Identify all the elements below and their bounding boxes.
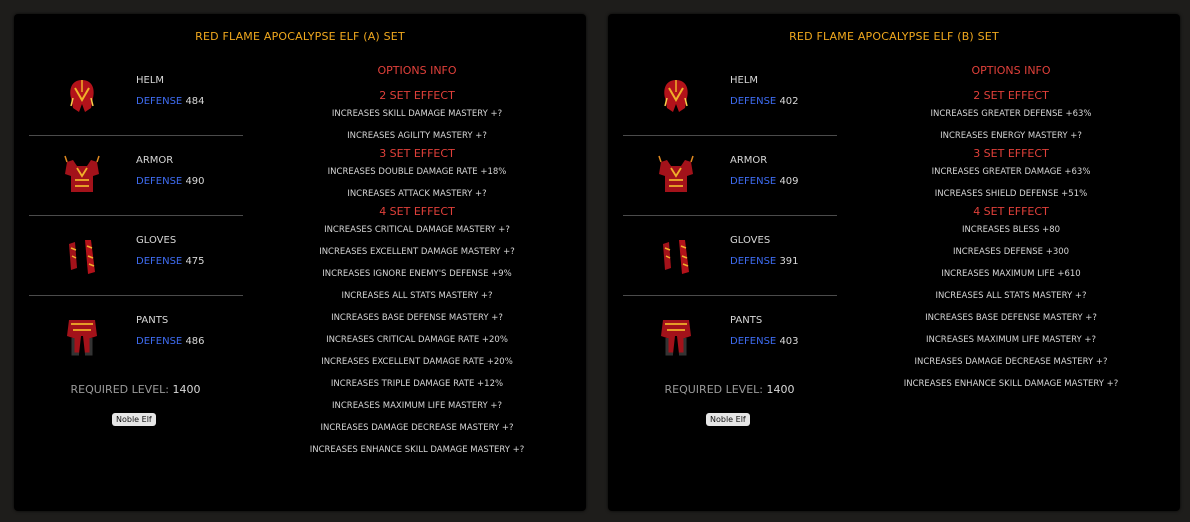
set-panel-a: RED FLAME APOCALYPSE ELF (A) SET HELM DE… <box>14 14 586 511</box>
defense-value: 409 <box>779 176 799 187</box>
item-row-armor[interactable]: ARMOR DEFENSE 490 <box>29 136 243 216</box>
effect-title: 4 SET EFFECT <box>973 205 1049 218</box>
pants-icon <box>57 314 107 358</box>
required-level-value: 1400 <box>766 383 795 396</box>
item-name: PANTS <box>136 315 169 326</box>
effect-line: INCREASES GREATER DAMAGE +63% <box>931 167 1091 177</box>
item-row-gloves[interactable]: GLOVES DEFENSE 475 <box>29 216 243 296</box>
effect-line: INCREASES SHIELD DEFENSE +51% <box>934 189 1088 199</box>
effect-line: INCREASES EXCELLENT DAMAGE MASTERY +? <box>319 247 515 257</box>
effect-line: INCREASES ENERGY MASTERY +? <box>940 131 1082 141</box>
class-badge[interactable]: Noble Elf <box>112 413 156 426</box>
effect-line: INCREASES CRITICAL DAMAGE RATE +20% <box>326 335 508 345</box>
options-info: OPTIONS INFO 2 SET EFFECT INCREASES SKIL… <box>264 65 570 467</box>
item-defense: DEFENSE 403 <box>730 336 799 347</box>
item-list: HELM DEFENSE 402 ARMOR DEFENSE 409 GLOVE… <box>623 56 837 375</box>
effect-line: INCREASES EXCELLENT DAMAGE RATE +20% <box>321 357 513 367</box>
pants-icon <box>651 314 701 358</box>
helm-icon <box>651 74 701 118</box>
effect-line: INCREASES BLESS +80 <box>961 225 1061 235</box>
options-info: OPTIONS INFO 2 SET EFFECT INCREASES GREA… <box>858 65 1164 401</box>
effect-line: INCREASES MAXIMUM LIFE MASTERY +? <box>331 401 503 411</box>
effect-title: 4 SET EFFECT <box>379 205 455 218</box>
helm-icon <box>57 74 107 118</box>
effect-line: INCREASES ATTACK MASTERY +? <box>347 189 487 199</box>
defense-label: DEFENSE <box>136 96 183 107</box>
required-level-label: REQUIRED LEVEL: <box>70 383 170 396</box>
effect-title: 2 SET EFFECT <box>379 89 455 102</box>
effect-line: INCREASES GREATER DEFENSE +63% <box>930 109 1092 119</box>
effect-line: INCREASES IGNORE ENEMY'S DEFENSE +9% <box>322 269 512 279</box>
effect-line: INCREASES BASE DEFENSE MASTERY +? <box>925 313 1097 323</box>
item-name: GLOVES <box>730 235 771 246</box>
defense-label: DEFENSE <box>136 176 183 187</box>
effect-line: INCREASES ALL STATS MASTERY +? <box>935 291 1087 301</box>
options-title: OPTIONS INFO <box>971 64 1051 77</box>
defense-value: 402 <box>779 96 799 107</box>
effect-line: INCREASES ENHANCE SKILL DAMAGE MASTERY +… <box>309 445 525 455</box>
required-level-value: 1400 <box>172 383 201 396</box>
item-defense: DEFENSE 475 <box>136 256 205 267</box>
effect-line: INCREASES DAMAGE DECREASE MASTERY +? <box>914 357 1108 367</box>
item-defense: DEFENSE 409 <box>730 176 799 187</box>
effect-line: INCREASES BASE DEFENSE MASTERY +? <box>331 313 503 323</box>
defense-value: 484 <box>185 96 205 107</box>
defense-label: DEFENSE <box>730 96 777 107</box>
armor-icon <box>57 154 107 198</box>
set-title: RED FLAME APOCALYPSE ELF (B) SET <box>789 30 999 43</box>
gloves-icon <box>651 234 701 278</box>
effect-line: INCREASES AGILITY MASTERY +? <box>347 131 487 141</box>
defense-value: 403 <box>779 336 799 347</box>
required-level: REQUIRED LEVEL: 1400 <box>14 383 257 396</box>
gloves-icon <box>57 234 107 278</box>
item-defense: DEFENSE 484 <box>136 96 205 107</box>
effect-title: 3 SET EFFECT <box>379 147 455 160</box>
set-panel-b: RED FLAME APOCALYPSE ELF (B) SET HELM DE… <box>608 14 1180 511</box>
item-name: ARMOR <box>136 155 174 166</box>
effect-line: INCREASES MAXIMUM LIFE MASTERY +? <box>925 335 1097 345</box>
item-row-pants[interactable]: PANTS DEFENSE 486 <box>29 296 243 375</box>
defense-value: 391 <box>779 256 799 267</box>
class-badge[interactable]: Noble Elf <box>706 413 750 426</box>
item-defense: DEFENSE 391 <box>730 256 799 267</box>
set-title: RED FLAME APOCALYPSE ELF (A) SET <box>195 30 405 43</box>
defense-label: DEFENSE <box>730 336 777 347</box>
required-level-label: REQUIRED LEVEL: <box>664 383 764 396</box>
defense-value: 475 <box>185 256 205 267</box>
item-row-armor[interactable]: ARMOR DEFENSE 409 <box>623 136 837 216</box>
defense-label: DEFENSE <box>136 336 183 347</box>
armor-icon <box>651 154 701 198</box>
item-name: GLOVES <box>136 235 177 246</box>
effect-line: INCREASES ALL STATS MASTERY +? <box>341 291 493 301</box>
item-defense: DEFENSE 486 <box>136 336 205 347</box>
effect-line: INCREASES DAMAGE DECREASE MASTERY +? <box>320 423 514 433</box>
options-title: OPTIONS INFO <box>377 64 457 77</box>
defense-label: DEFENSE <box>730 176 777 187</box>
effect-title: 3 SET EFFECT <box>973 147 1049 160</box>
item-defense: DEFENSE 402 <box>730 96 799 107</box>
effect-title: 2 SET EFFECT <box>973 89 1049 102</box>
effect-line: INCREASES ENHANCE SKILL DAMAGE MASTERY +… <box>903 379 1119 389</box>
defense-value: 490 <box>185 176 205 187</box>
effect-line: INCREASES TRIPLE DAMAGE RATE +12% <box>330 379 504 389</box>
item-row-helm[interactable]: HELM DEFENSE 402 <box>623 56 837 136</box>
item-name: ARMOR <box>730 155 768 166</box>
defense-value: 486 <box>185 336 205 347</box>
effect-line: INCREASES DEFENSE +300 <box>952 247 1070 257</box>
effect-line: INCREASES CRITICAL DAMAGE MASTERY +? <box>324 225 510 235</box>
item-row-pants[interactable]: PANTS DEFENSE 403 <box>623 296 837 375</box>
item-list: HELM DEFENSE 484 ARMOR DEFENSE 490 GLOVE… <box>29 56 243 375</box>
item-name: PANTS <box>730 315 763 326</box>
item-row-helm[interactable]: HELM DEFENSE 484 <box>29 56 243 136</box>
defense-label: DEFENSE <box>136 256 183 267</box>
item-name: HELM <box>730 75 759 86</box>
defense-label: DEFENSE <box>730 256 777 267</box>
item-defense: DEFENSE 490 <box>136 176 205 187</box>
effect-line: INCREASES MAXIMUM LIFE +610 <box>941 269 1081 279</box>
effect-line: INCREASES DOUBLE DAMAGE RATE +18% <box>327 167 507 177</box>
item-name: HELM <box>136 75 165 86</box>
required-level: REQUIRED LEVEL: 1400 <box>608 383 851 396</box>
item-row-gloves[interactable]: GLOVES DEFENSE 391 <box>623 216 837 296</box>
effect-line: INCREASES SKILL DAMAGE MASTERY +? <box>331 109 503 119</box>
